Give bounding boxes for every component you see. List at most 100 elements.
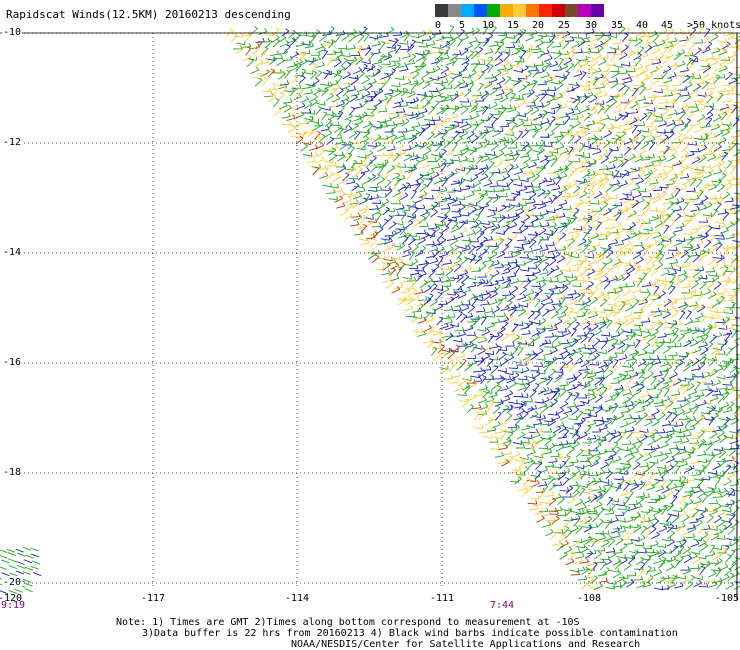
wind-barb-flag — [681, 49, 686, 53]
wind-barb-flag — [504, 155, 509, 160]
wind-barb-flag — [353, 44, 356, 49]
wind-barb-flag — [442, 237, 447, 241]
wind-barb-flag — [373, 164, 378, 167]
wind-barb-flag — [523, 125, 528, 129]
wind-barb-flag — [345, 87, 350, 91]
wind-barb — [451, 182, 461, 185]
wind-barb-flag — [673, 278, 675, 283]
wind-barb — [503, 226, 510, 234]
wind-barb — [550, 81, 560, 85]
wind-barb-flag — [404, 87, 409, 91]
wind-barb — [628, 112, 638, 114]
wind-barb-flag — [649, 72, 654, 76]
wind-barb-flag — [687, 51, 692, 56]
wind-barb — [609, 47, 619, 50]
wind-barb — [341, 35, 350, 41]
wind-barb-flag — [723, 166, 728, 169]
wind-barb-flag — [507, 75, 511, 79]
wind-barb — [627, 297, 637, 302]
wind-barb-flag — [411, 296, 415, 300]
wind-barb-flag — [494, 76, 498, 80]
wind-barb-flag — [630, 244, 635, 247]
wind-barb-flag — [427, 285, 432, 289]
wind-barb — [687, 143, 697, 146]
wind-barb-flag — [420, 178, 425, 182]
wind-barb — [557, 59, 564, 68]
wind-barb-flag — [497, 110, 501, 115]
wind-barb — [701, 74, 710, 80]
wind-barb — [623, 102, 630, 110]
wind-barb — [703, 174, 712, 179]
wind-barb-flag — [532, 239, 537, 242]
wind-barb-flag — [714, 59, 718, 63]
wind-barb-flag — [411, 237, 416, 240]
wind-barb-flag — [651, 226, 653, 231]
wind-barb — [569, 52, 576, 60]
wind-barb — [527, 234, 537, 236]
wind-barb — [653, 90, 663, 94]
wind-barb-flag — [633, 124, 638, 127]
wind-barb — [600, 203, 609, 211]
wind-barb — [648, 169, 658, 175]
wind-barb — [326, 138, 334, 146]
wind-barb — [283, 59, 293, 61]
wind-barb — [346, 204, 354, 211]
wind-barb-flag — [486, 155, 490, 159]
wind-barb — [623, 148, 631, 156]
wind-barb-flag — [571, 234, 575, 239]
wind-barb-flag — [322, 45, 326, 50]
wind-barb — [716, 226, 726, 228]
wind-barb — [334, 35, 342, 43]
wind-barb — [563, 276, 573, 279]
wind-barb — [545, 219, 555, 221]
wind-barb-flag — [526, 253, 529, 259]
wind-barb — [562, 42, 570, 50]
wind-barb-flag — [297, 123, 300, 128]
wind-barb — [321, 107, 331, 111]
wind-barb-flag — [459, 306, 462, 310]
wind-barb-flag — [556, 115, 560, 120]
wind-barb — [471, 190, 481, 192]
wind-barb — [410, 144, 419, 150]
wind-barb — [578, 84, 588, 88]
wind-barb-flag — [619, 247, 623, 252]
wind-barb — [609, 101, 617, 108]
wind-barb — [717, 186, 725, 193]
wind-barb — [483, 51, 493, 55]
wind-barb-flag — [662, 169, 666, 173]
wind-barb-flag — [591, 190, 596, 194]
wind-barb — [689, 179, 697, 187]
wind-barb-flag — [499, 83, 502, 88]
wind-barb — [284, 90, 294, 93]
wind-barb — [547, 225, 557, 228]
wind-barb — [386, 148, 396, 152]
wind-barb — [666, 89, 676, 92]
wind-barb — [656, 42, 666, 47]
wind-barb — [276, 60, 285, 66]
wind-barb-flag — [649, 192, 652, 197]
wind-barb-flag — [393, 207, 395, 212]
wind-barb — [533, 248, 543, 252]
wind-barb-flag — [578, 64, 583, 67]
wind-barb — [661, 201, 671, 206]
wind-barb-flag — [389, 136, 394, 141]
wind-barb-flag — [621, 83, 626, 87]
wind-barb — [681, 285, 691, 289]
wind-barb-flag — [467, 245, 471, 249]
wind-barb-flag — [635, 36, 638, 42]
wind-barb-flag — [478, 186, 482, 191]
wind-barb-flag — [657, 47, 661, 51]
wind-barb — [225, 30, 234, 37]
wind-barb — [527, 164, 537, 169]
wind-barb-flag — [718, 153, 722, 157]
wind-barb-flag — [407, 287, 411, 292]
wind-barb — [445, 299, 455, 305]
wind-barb-flag — [358, 166, 363, 170]
wind-barb-flag — [733, 209, 737, 214]
wind-barb-flag — [642, 121, 646, 126]
wind-barb-flag — [625, 282, 628, 287]
wind-barb-flag — [446, 54, 450, 59]
wind-barb — [429, 260, 439, 265]
wind-barb — [590, 202, 600, 205]
wind-barb-flag — [310, 152, 313, 157]
